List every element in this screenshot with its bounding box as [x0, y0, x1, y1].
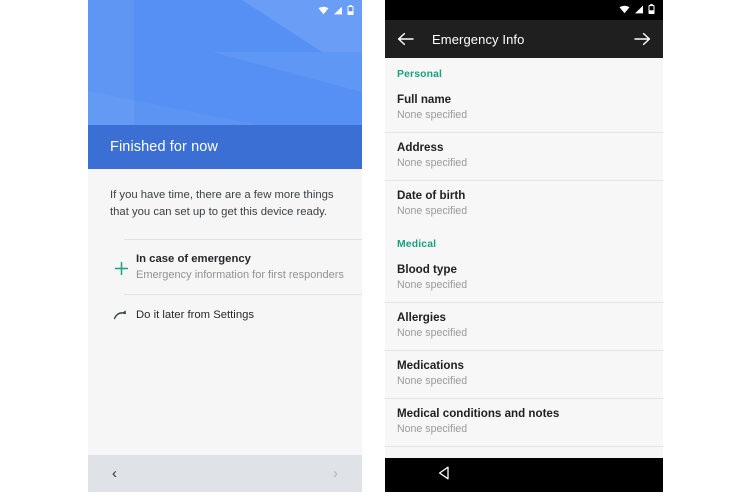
nav-back-triangle-icon[interactable]: [437, 465, 453, 486]
hero-facet-lower-left: [88, 91, 258, 125]
list-item[interactable]: Blood type None specified: [385, 255, 663, 302]
option-title: In case of emergency: [136, 253, 251, 265]
list-item-title: Medications: [397, 359, 464, 372]
right-status-bar: [385, 0, 663, 20]
list-item[interactable]: Full name None specified: [385, 85, 663, 132]
option-text-do-later: Do it later from Settings: [136, 307, 348, 323]
left-nav-bar: ‹ ›: [88, 455, 362, 492]
screenshot-stage: Finished for now If you have time, there…: [0, 0, 750, 500]
battery-icon: [347, 2, 354, 20]
option-row-do-later[interactable]: Do it later from Settings: [113, 294, 362, 335]
option-row-emergency[interactable]: In case of emergency Emergency informati…: [114, 239, 362, 294]
list-item-value: None specified: [397, 375, 468, 387]
list-item[interactable]: Medications None specified: [385, 350, 663, 398]
option-subtitle: Emergency information for first responde…: [136, 269, 344, 281]
list-item-value: None specified: [397, 279, 468, 291]
section-header-personal: Personal: [397, 69, 443, 80]
left-body: If you have time, there are a few more t…: [88, 169, 362, 455]
plus-icon: [106, 251, 136, 276]
emergency-info-list: Personal Full name None specified Addres…: [385, 58, 663, 458]
banner-title: Finished for now: [110, 139, 218, 155]
do-later-arrow-icon: [106, 309, 136, 322]
list-item-title: Full name: [397, 93, 452, 106]
signal-icon: [333, 2, 343, 20]
list-item-title: Medical conditions and notes: [397, 407, 560, 420]
list-item[interactable]: Medical conditions and notes None specif…: [385, 398, 663, 446]
list-item-value: None specified: [397, 157, 468, 169]
section-header-medical: Medical: [397, 239, 437, 250]
list-item-title: Allergies: [397, 311, 446, 324]
list-item[interactable]: Address None specified: [385, 132, 663, 180]
list-item-value: None specified: [397, 327, 468, 339]
list-item-title: Blood type: [397, 263, 457, 276]
left-status-bar: [318, 0, 362, 22]
list-item-value: None specified: [397, 423, 468, 435]
arrow-left-icon[interactable]: [397, 32, 414, 46]
right-phone-panel: Emergency Info Personal Full name None s…: [385, 0, 663, 492]
list-item-title: Date of birth: [397, 189, 466, 202]
setup-banner: Finished for now: [88, 125, 362, 169]
list-bottom-divider: [385, 446, 663, 454]
setup-hero-header: [88, 0, 362, 125]
setup-option-list: In case of emergency Emergency informati…: [88, 239, 362, 335]
left-phone-panel: Finished for now If you have time, there…: [88, 0, 362, 492]
battery-icon: [648, 1, 655, 19]
list-item-value: None specified: [397, 109, 468, 121]
list-item-value: None specified: [397, 205, 468, 217]
page-title: Emergency Info: [432, 31, 525, 47]
hero-facet-diagonal-band: [212, 52, 362, 92]
signal-icon: [634, 1, 644, 19]
nav-back-chevron-icon[interactable]: ‹: [112, 465, 117, 482]
emergency-info-toolbar: Emergency Info: [385, 20, 663, 58]
option-title: Do it later from Settings: [136, 309, 255, 321]
list-item[interactable]: Allergies None specified: [385, 302, 663, 350]
arrow-right-icon[interactable]: [634, 32, 651, 46]
option-text-emergency: In case of emergency Emergency informati…: [136, 251, 348, 283]
intro-text: If you have time, there are a few more t…: [110, 189, 334, 218]
wifi-icon: [619, 1, 630, 19]
list-item-title: Address: [397, 141, 444, 154]
list-item[interactable]: Date of birth None specified: [385, 180, 663, 228]
nav-forward-chevron-icon[interactable]: ›: [333, 465, 338, 482]
right-nav-bar: [385, 458, 663, 492]
wifi-icon: [318, 2, 329, 20]
